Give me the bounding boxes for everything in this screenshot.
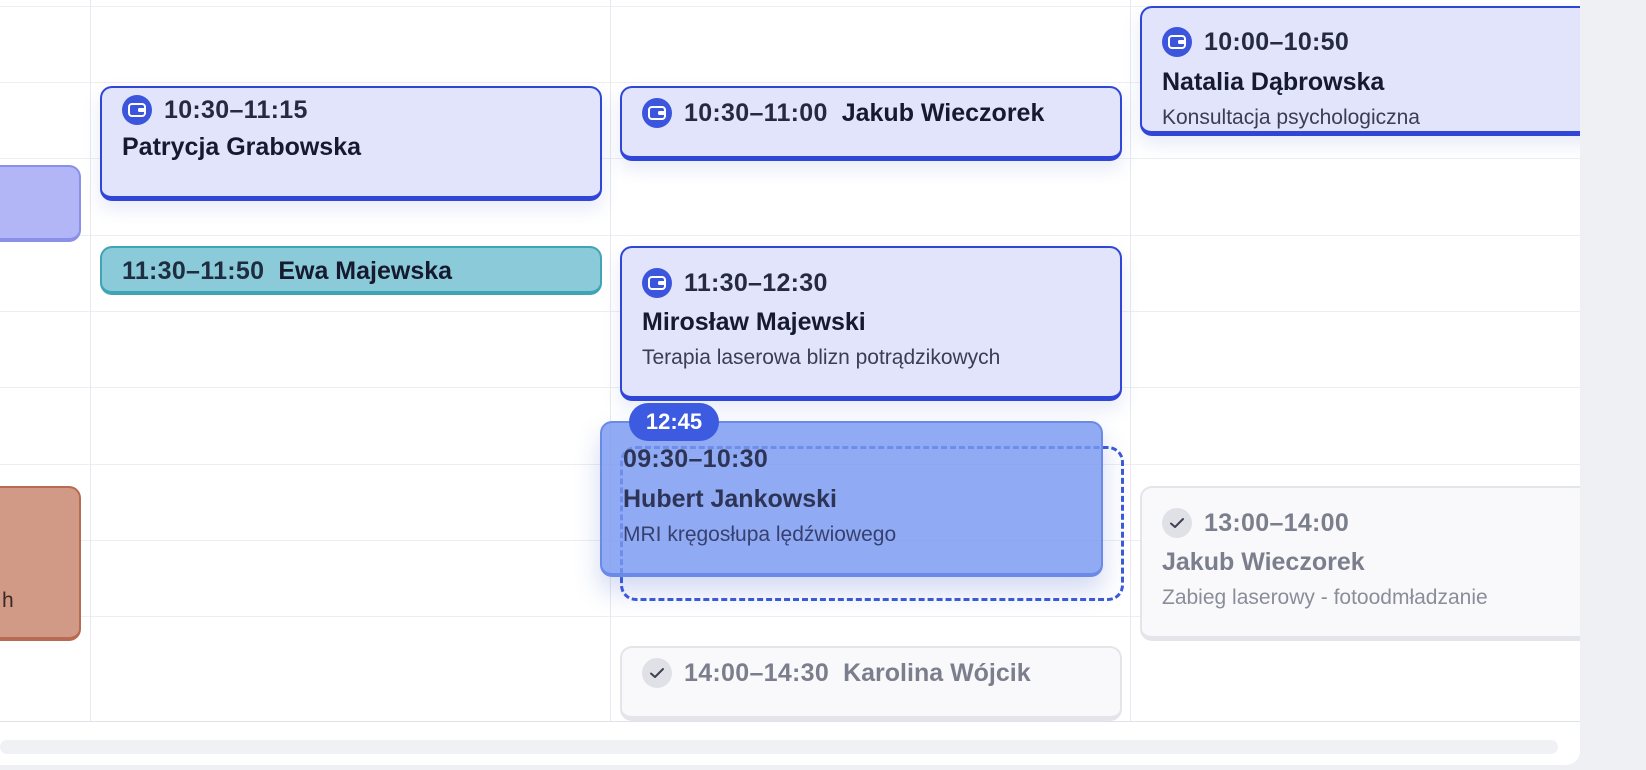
event-patient-name: Jakub Wieczorek <box>1162 548 1365 576</box>
calendar-grid: h 10:30–11:15 Patrycja Grabowska 11:30–1… <box>0 0 1580 765</box>
event-service: Konsultacja psychologiczna <box>1162 106 1420 129</box>
grid-column-line <box>1130 0 1131 722</box>
grid-column-line <box>90 0 91 722</box>
grid-column-line <box>610 0 611 722</box>
check-icon <box>642 658 672 688</box>
event-card-patrycja[interactable]: 10:30–11:15 Patrycja Grabowska <box>100 86 602 201</box>
event-card-partial[interactable]: h <box>0 486 81 641</box>
wallet-icon <box>642 268 672 298</box>
drag-time-badge: 12:45 <box>629 403 719 441</box>
event-card-jakub-1030[interactable]: 10:30–11:00 Jakub Wieczorek <box>620 86 1122 161</box>
horizontal-scrollbar[interactable] <box>0 740 1558 754</box>
check-icon <box>1162 508 1192 538</box>
calendar-footer-divider <box>0 721 1580 722</box>
event-time: 10:00–10:50 <box>1204 27 1350 56</box>
event-patient-name: Mirosław Majewski <box>642 308 866 336</box>
event-patient-name: Ewa Majewska <box>278 257 453 285</box>
event-card-hubert-dragging[interactable]: 09:30–10:30 Hubert Jankowski MRI kręgosł… <box>600 421 1103 577</box>
wallet-icon <box>642 98 672 128</box>
event-time: 10:30–11:15 <box>164 95 308 124</box>
event-time: 09:30–10:30 <box>623 445 769 473</box>
event-patient-name: Patrycja Grabowska <box>122 133 362 161</box>
event-patient-name: Karolina Wójcik <box>843 658 1031 687</box>
event-time: 13:00–14:00 <box>1204 508 1350 537</box>
event-time: 11:30–11:50 <box>122 257 265 285</box>
event-card-partial[interactable] <box>0 165 81 242</box>
event-card-karolina[interactable]: 14:00–14:30 Karolina Wójcik <box>620 646 1122 721</box>
event-time: 10:30–11:00 <box>684 98 828 127</box>
wallet-icon <box>1162 27 1192 57</box>
event-time: 14:00–14:30 <box>684 658 830 687</box>
event-time: 11:30–12:30 <box>684 268 828 297</box>
event-text-partial: h <box>2 589 14 612</box>
event-patient-name: Hubert Jankowski <box>623 485 837 513</box>
event-card-miroslaw[interactable]: 11:30–12:30 Mirosław Majewski Terapia la… <box>620 246 1122 401</box>
grid-row-line <box>0 235 1580 236</box>
event-card-jakub-1300[interactable]: 13:00–14:00 Jakub Wieczorek Zabieg laser… <box>1140 486 1580 641</box>
event-service: Terapia laserowa blizn potrądzikowych <box>642 346 1001 369</box>
event-patient-name: Natalia Dąbrowska <box>1162 68 1385 96</box>
wallet-icon <box>122 95 152 125</box>
event-service: Zabieg laserowy - fotoodmładzanie <box>1162 586 1488 609</box>
event-patient-name: Jakub Wieczorek <box>841 98 1045 127</box>
event-card-natalia[interactable]: 10:00–10:50 Natalia Dąbrowska Konsultacj… <box>1140 6 1580 136</box>
event-card-ewa[interactable]: 11:30–11:50 Ewa Majewska <box>100 246 602 295</box>
event-service: MRI kręgosłupa lędźwiowego <box>623 523 897 546</box>
